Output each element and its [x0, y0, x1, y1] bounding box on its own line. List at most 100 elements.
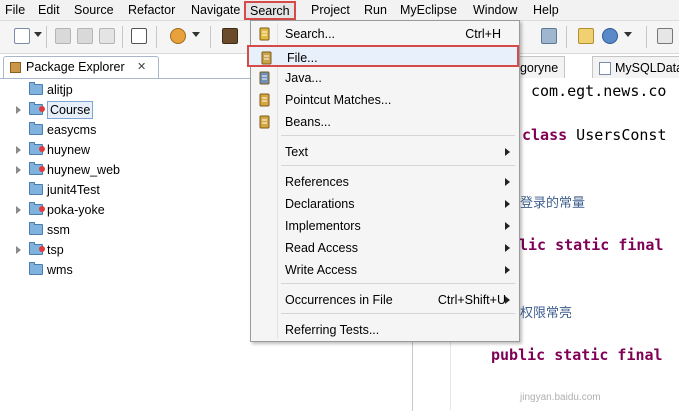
search-menu-item-write-access[interactable]: Write Access [251, 259, 519, 281]
code-comment: 登录的常量 [520, 196, 586, 211]
editor-tab-mysqldata[interactable]: MySQLData [592, 56, 679, 78]
menu-item-label: Pointcut Matches... [285, 93, 392, 107]
code-keyword: class [522, 126, 568, 144]
project-folder-icon [29, 202, 45, 215]
menu-project[interactable]: Project [311, 0, 350, 20]
search-menu-item-read-access[interactable]: Read Access [251, 237, 519, 259]
search-menu-item-occurrences-in-file[interactable]: Occurrences in File Ctrl+Shift+U [251, 289, 519, 311]
submenu-arrow-icon [505, 178, 510, 186]
project-folder-icon [29, 242, 45, 255]
menu-myeclipse[interactable]: MyEclipse [400, 0, 457, 20]
expand-arrow-icon[interactable] [16, 246, 21, 254]
search-menu-item-file[interactable]: File... [247, 45, 519, 67]
deploy-icon[interactable] [222, 28, 238, 44]
expand-arrow-icon[interactable] [16, 206, 21, 214]
globe-icon[interactable] [602, 28, 618, 44]
menu-search[interactable]: Search [244, 1, 296, 20]
project-folder-icon [29, 122, 43, 135]
refresh-icon[interactable] [541, 28, 557, 44]
save-icon[interactable] [55, 28, 71, 44]
search-menu-item-implementors[interactable]: Implementors [251, 215, 519, 237]
code-keyword: public static final [491, 346, 663, 364]
new-server-icon[interactable] [578, 28, 594, 44]
project-folder-icon [29, 222, 43, 235]
menu-item-label: Occurrences in File [285, 293, 393, 307]
camera-icon[interactable] [657, 28, 673, 44]
search-menu-item-java[interactable]: Java... [251, 67, 519, 89]
search-menu-item-referring-tests[interactable]: Referring Tests... [251, 319, 519, 341]
menu-item-label: Beans... [285, 115, 331, 129]
search-menu-item-search[interactable]: Search... Ctrl+H [251, 23, 519, 45]
beans-icon [257, 114, 273, 130]
search-menu-item-references[interactable]: References [251, 171, 519, 193]
menu-bar: File Edit Source Refactor Navigate Searc… [0, 0, 679, 21]
menu-item-label: Text [285, 145, 308, 159]
new-dropdown-icon[interactable] [34, 32, 42, 37]
menu-item-label: Implementors [285, 219, 361, 233]
save-all-icon[interactable] [77, 28, 93, 44]
close-icon[interactable]: ✕ [137, 60, 146, 73]
submenu-arrow-icon [505, 200, 510, 208]
submenu-arrow-icon [505, 296, 510, 304]
code-class-name: UsersConst [567, 126, 667, 144]
menu-run[interactable]: Run [364, 0, 387, 20]
menu-item-label: Java... [285, 71, 322, 85]
search-flashlight-icon [257, 26, 273, 42]
menu-source[interactable]: Source [74, 0, 114, 20]
project-folder-icon [29, 82, 43, 95]
menu-item-shortcut: Ctrl+H [465, 27, 501, 41]
project-folder-icon [29, 182, 43, 195]
menu-edit[interactable]: Edit [38, 0, 60, 20]
project-folder-icon [29, 162, 45, 175]
submenu-arrow-icon [505, 148, 510, 156]
code-keyword: lic static final [519, 236, 664, 254]
search-menu: Search... Ctrl+H File... Java... Pointcut Ma… [247, 20, 520, 342]
tree-item-label: poka-yoke [47, 203, 105, 217]
expand-arrow-icon[interactable] [16, 146, 21, 154]
project-badge-icon [39, 106, 45, 112]
print-icon[interactable] [99, 28, 115, 44]
code-package-line: com.egt.news.co [531, 82, 667, 100]
open-type-dropdown-icon[interactable] [192, 32, 200, 37]
code-class-line: class UsersConst [522, 126, 667, 144]
search-menu-item-pointcut-matches[interactable]: Pointcut Matches... [251, 89, 519, 111]
expand-arrow-icon[interactable] [16, 106, 21, 114]
tree-item-label: Course [47, 101, 94, 119]
menu-refactor[interactable]: Refactor [128, 0, 175, 20]
package-explorer-tab[interactable]: Package Explorer ✕ [3, 56, 159, 78]
menu-item-label: Search... [285, 27, 336, 41]
menu-separator [281, 283, 515, 284]
project-folder-icon [29, 142, 45, 155]
pointcut-icon [257, 92, 273, 108]
tree-item-label: huynew_web [47, 163, 120, 177]
menu-file[interactable]: File [5, 0, 25, 20]
globe-dropdown-icon[interactable] [624, 32, 632, 37]
menu-separator [281, 135, 515, 136]
menu-separator [281, 165, 515, 166]
menu-item-label: Declarations [285, 197, 355, 211]
project-badge-icon [39, 246, 45, 252]
menu-item-label: References [285, 175, 349, 189]
tree-item-label: huynew [47, 143, 91, 157]
search-menu-item-text[interactable]: Text [251, 141, 519, 163]
open-type-icon[interactable] [170, 28, 186, 44]
tree-item-label: ssm [47, 223, 70, 237]
expand-arrow-icon[interactable] [16, 166, 21, 174]
project-badge-icon [39, 166, 45, 172]
project-badge-icon [39, 146, 45, 152]
menu-window[interactable]: Window [473, 0, 517, 20]
package-explorer-icon [10, 62, 21, 73]
search-menu-item-beans[interactable]: Beans... [251, 111, 519, 133]
submenu-arrow-icon [505, 266, 510, 274]
java-search-icon [257, 70, 273, 86]
submenu-arrow-icon [505, 244, 510, 252]
menu-navigate[interactable]: Navigate [191, 0, 240, 20]
tree-item-label: easycms [47, 123, 97, 137]
search-menu-item-declarations[interactable]: Declarations [251, 193, 519, 215]
binary-icon[interactable] [131, 28, 147, 44]
menu-item-label: File... [287, 51, 318, 65]
tree-item-label: alitjp [47, 83, 73, 97]
menu-help[interactable]: Help [533, 0, 559, 20]
editor-tab-label: MySQLData [615, 61, 679, 75]
new-wizard-icon[interactable] [14, 28, 30, 44]
